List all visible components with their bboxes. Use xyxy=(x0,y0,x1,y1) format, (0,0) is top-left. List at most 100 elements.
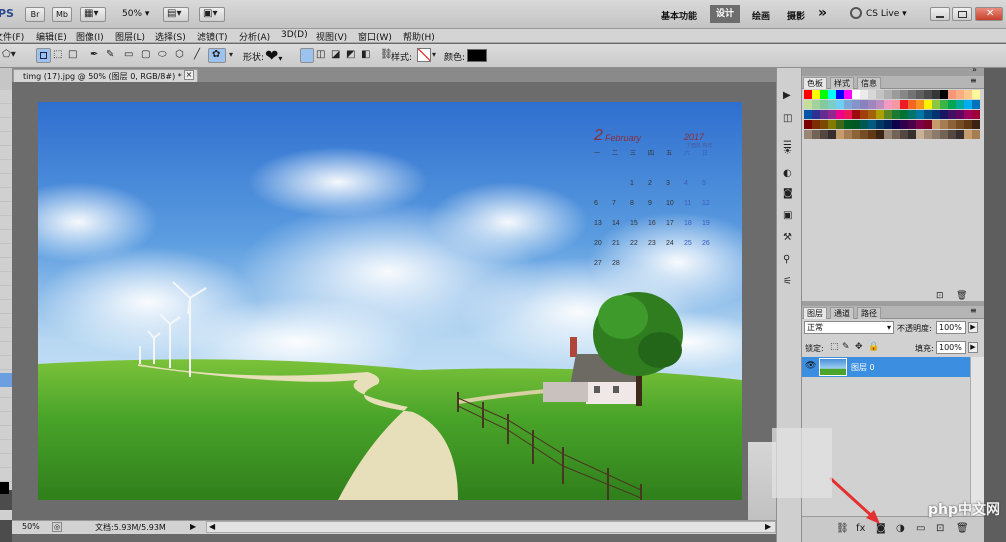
blend-mode-select[interactable]: 正常 ▾ xyxy=(804,321,894,334)
swatch[interactable] xyxy=(900,100,908,109)
image-icon[interactable]: ▣ xyxy=(783,210,792,222)
swatch[interactable] xyxy=(972,130,980,139)
masks-icon[interactable]: ◐ xyxy=(783,168,792,180)
menu-filter[interactable]: 滤镜(T) xyxy=(197,30,228,43)
swatch[interactable] xyxy=(884,90,892,99)
swatch[interactable] xyxy=(828,100,836,109)
fill-pixels-icon[interactable]: □ xyxy=(68,49,77,61)
swatch-grid[interactable] xyxy=(804,90,982,154)
swatch[interactable] xyxy=(804,120,812,129)
swatch[interactable] xyxy=(972,100,980,109)
subtract-mode-icon[interactable]: ◪ xyxy=(331,49,340,61)
swatch[interactable] xyxy=(948,90,956,99)
lock-transparent-icon[interactable]: ⬚ xyxy=(830,341,839,353)
pen-tool-icon[interactable]: ✒ xyxy=(90,49,98,61)
tab-channels[interactable]: 通道 xyxy=(830,307,854,319)
swatch[interactable] xyxy=(900,90,908,99)
swatch[interactable] xyxy=(876,100,884,109)
swatch[interactable] xyxy=(884,110,892,119)
menu-select[interactable]: 选择(S) xyxy=(155,30,186,43)
swatch[interactable] xyxy=(868,120,876,129)
swatch[interactable] xyxy=(908,100,916,109)
play-icon[interactable]: ▶ xyxy=(783,90,791,102)
menu-window[interactable]: 窗口(W) xyxy=(358,30,392,43)
swatch[interactable] xyxy=(956,90,964,99)
quick-mask-button[interactable] xyxy=(0,510,12,520)
freeform-pen-icon[interactable]: ✎ xyxy=(106,49,114,61)
opacity-slider-button[interactable]: ▶ xyxy=(968,322,978,333)
swatch[interactable] xyxy=(820,90,828,99)
swatch[interactable] xyxy=(884,100,892,109)
swatch[interactable] xyxy=(916,130,924,139)
swatch[interactable] xyxy=(828,90,836,99)
swatch[interactable] xyxy=(844,130,852,139)
swatch[interactable] xyxy=(860,110,868,119)
geometry-options-dropdown[interactable]: ▾ xyxy=(229,49,233,61)
swatch[interactable] xyxy=(852,100,860,109)
view-extras-button[interactable]: ▦▾ xyxy=(80,7,106,22)
swatch[interactable] xyxy=(924,120,932,129)
tab-styles[interactable]: 样式 xyxy=(830,77,854,89)
lock-position-icon[interactable]: ✥ xyxy=(855,341,863,353)
swatch[interactable] xyxy=(860,130,868,139)
swatch[interactable] xyxy=(820,100,828,109)
swatch[interactable] xyxy=(844,90,852,99)
swatch[interactable] xyxy=(972,120,980,129)
fill-field[interactable]: 100% xyxy=(936,341,966,354)
swatch[interactable] xyxy=(876,120,884,129)
paths-icon[interactable]: ⬚ xyxy=(53,49,62,61)
swatch[interactable] xyxy=(900,120,908,129)
swatch[interactable] xyxy=(876,130,884,139)
close-document-button[interactable]: × xyxy=(184,70,194,80)
status-zoom[interactable]: 50% xyxy=(22,522,40,531)
swatch[interactable] xyxy=(884,120,892,129)
clone-source-icon[interactable]: ⚲ xyxy=(783,254,790,266)
new-layer-mode-button[interactable] xyxy=(300,48,314,63)
collapse-icon[interactable]: » xyxy=(972,65,977,74)
close-button[interactable]: ✕ xyxy=(975,7,1003,21)
swatch[interactable] xyxy=(860,120,868,129)
swatch[interactable] xyxy=(964,120,972,129)
tab-layers[interactable]: 图层 xyxy=(803,307,827,319)
swatch[interactable] xyxy=(916,120,924,129)
mini-bridge-button[interactable]: Mb xyxy=(52,7,72,22)
swatch[interactable] xyxy=(948,100,956,109)
swatch[interactable] xyxy=(940,100,948,109)
scroll-left-icon[interactable]: ◀ xyxy=(209,522,215,531)
menu-help[interactable]: 帮助(H) xyxy=(403,30,435,43)
swatch[interactable] xyxy=(868,110,876,119)
swatch[interactable] xyxy=(836,130,844,139)
swatch[interactable] xyxy=(844,120,852,129)
horizontal-scrollbar[interactable]: ◀ ▶ xyxy=(206,521,776,533)
lock-all-icon[interactable]: 🔒 xyxy=(868,341,879,353)
swatch[interactable] xyxy=(948,130,956,139)
restore-button[interactable] xyxy=(952,7,972,21)
more-workspaces-button[interactable]: » xyxy=(818,5,827,21)
swatch[interactable] xyxy=(948,110,956,119)
menu-analysis[interactable]: 分析(A) xyxy=(239,30,270,43)
eye-icon[interactable]: 👁 xyxy=(805,361,816,371)
swatch[interactable] xyxy=(964,130,972,139)
layers-menu-icon[interactable]: ≡ xyxy=(970,306,977,315)
swatch[interactable] xyxy=(812,130,820,139)
cs-live-button[interactable]: CS Live ▾ xyxy=(866,9,907,19)
swatch[interactable] xyxy=(828,130,836,139)
swatch[interactable] xyxy=(956,120,964,129)
swatch[interactable] xyxy=(908,110,916,119)
swatch[interactable] xyxy=(892,110,900,119)
swatch[interactable] xyxy=(812,100,820,109)
workspace-photography[interactable]: 摄影 xyxy=(787,9,805,22)
zoom-dropdown[interactable]: 50% ▾ xyxy=(122,9,149,19)
swatch[interactable] xyxy=(804,90,812,99)
swatch[interactable] xyxy=(860,90,868,99)
ellipse-tool-icon[interactable]: ⬭ xyxy=(158,49,167,61)
swatch[interactable] xyxy=(924,90,932,99)
swatch[interactable] xyxy=(924,100,932,109)
swatch[interactable] xyxy=(940,130,948,139)
swatch[interactable] xyxy=(804,110,812,119)
scroll-right-icon[interactable]: ▶ xyxy=(765,522,771,531)
swatch[interactable] xyxy=(844,110,852,119)
swatch[interactable] xyxy=(892,120,900,129)
swatch[interactable] xyxy=(892,130,900,139)
swatch[interactable] xyxy=(876,90,884,99)
